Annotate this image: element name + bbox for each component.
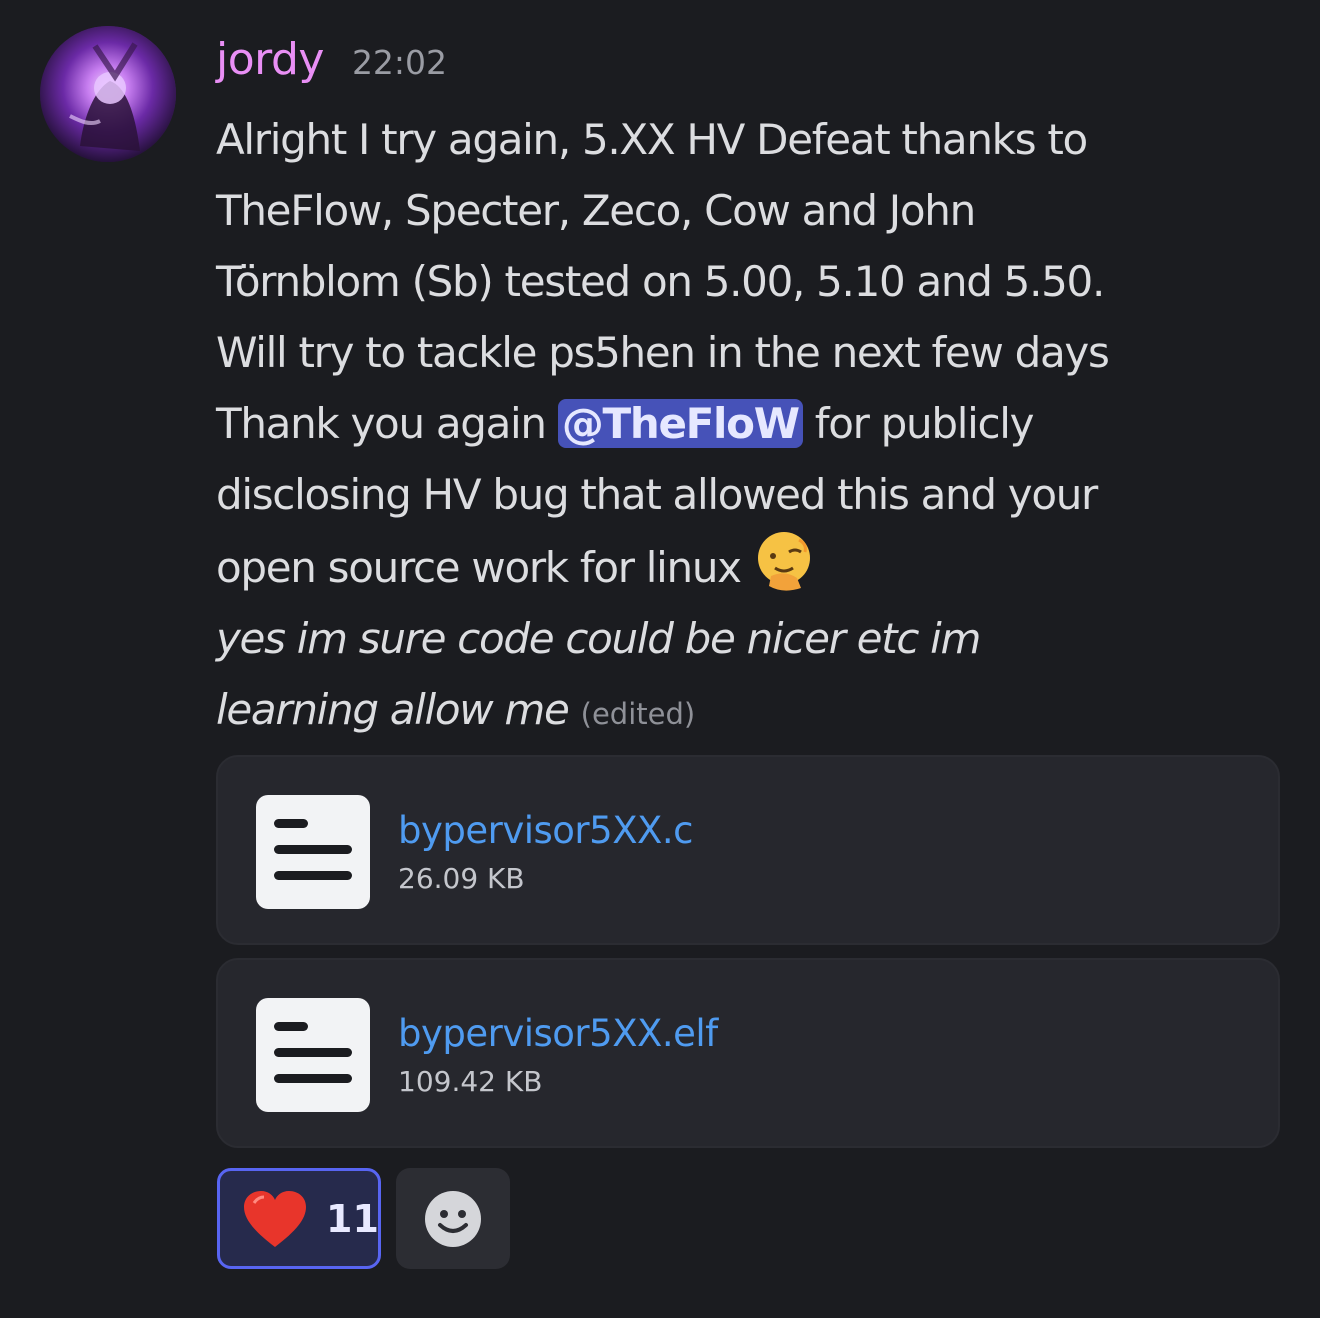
file-name-link[interactable]: bypervisor5XX.elf — [398, 1012, 718, 1055]
avatar[interactable] — [40, 26, 176, 162]
message-italic-line: yes im sure code could be nicer etc im — [216, 614, 981, 663]
thanks-prefix-text: Thank you again — [216, 399, 558, 448]
message-italic-line: learning allow me (edited) — [216, 674, 1276, 750]
reaction-heart-button[interactable]: 11 — [217, 1168, 381, 1269]
message-timestamp: 22:02 — [351, 43, 448, 82]
reaction-count: 11 — [326, 1197, 379, 1241]
user-mention[interactable]: @TheFloW — [557, 399, 803, 448]
add-reaction-smiley-icon — [425, 1191, 481, 1247]
author-username[interactable]: jordy — [216, 34, 324, 85]
shushing-face-emoji — [757, 532, 810, 591]
message-line: open source work for linux — [216, 530, 1276, 603]
red-heart-emoji — [244, 1191, 306, 1247]
message-line: TheFlow, Specter, Zeco, Cow and John — [216, 186, 976, 235]
message-line: Thank you again @TheFloW for publicly — [216, 388, 1276, 459]
file-icon — [256, 795, 370, 909]
file-size: 109.42 KB — [398, 1065, 543, 1098]
message-line: Törnblom (Sb) tested on 5.00, 5.10 and 5… — [216, 257, 1105, 306]
open-source-text: open source work for linux — [216, 543, 742, 592]
file-size: 26.09 KB — [398, 862, 525, 895]
file-icon — [256, 998, 370, 1112]
add-reaction-button[interactable] — [396, 1168, 510, 1269]
file-name-link[interactable]: bypervisor5XX.c — [398, 809, 694, 852]
message-header: jordy 22:02 — [216, 34, 447, 85]
message-content: Alright I try again, 5.XX HV Defeat than… — [216, 104, 1276, 750]
message-line: Alright I try again, 5.XX HV Defeat than… — [216, 115, 1088, 164]
avatar-image — [40, 26, 176, 162]
file-attachment[interactable]: bypervisor5XX.elf 109.42 KB — [216, 958, 1280, 1148]
message-line: Will try to tackle ps5hen in the next fe… — [216, 328, 1110, 377]
file-attachment[interactable]: bypervisor5XX.c 26.09 KB — [216, 755, 1280, 945]
edited-label: (edited) — [580, 697, 696, 731]
message-line: disclosing HV bug that allowed this and … — [216, 470, 1098, 519]
thanks-suffix-text: for publicly — [802, 399, 1035, 448]
italic-text: learning allow me — [216, 685, 570, 734]
